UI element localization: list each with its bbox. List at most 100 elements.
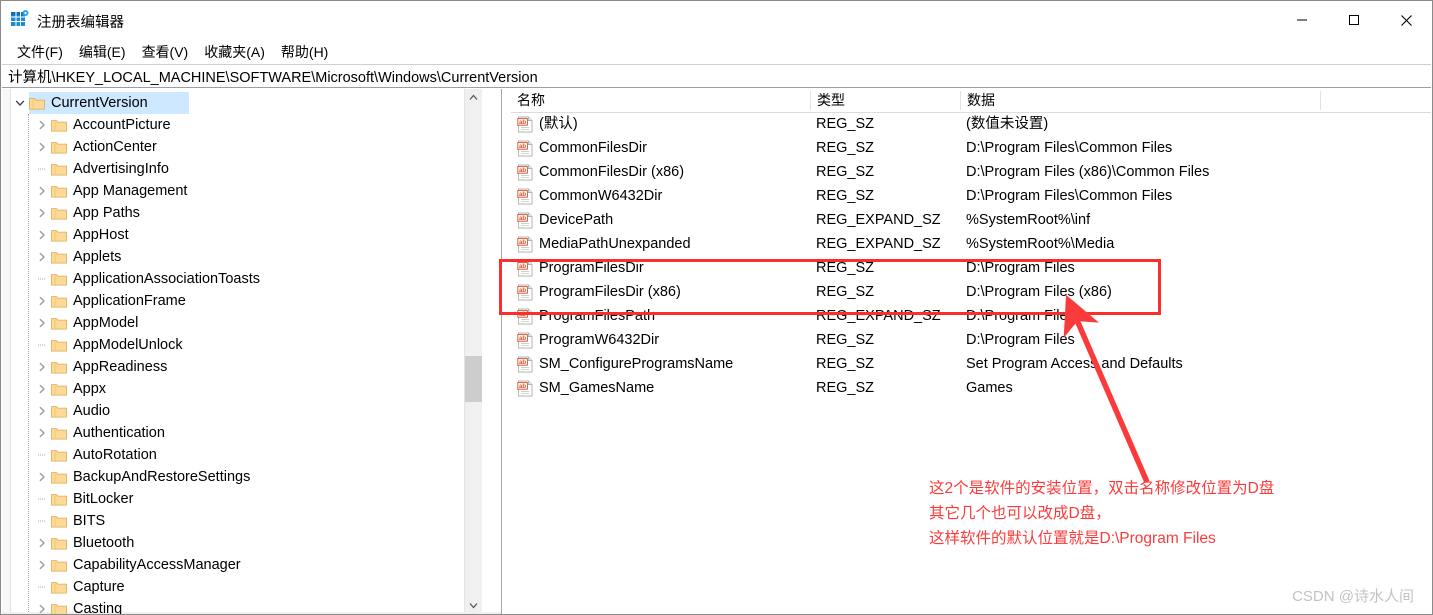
menu-edit[interactable]: 编辑(E)	[71, 40, 134, 64]
scroll-up-arrow[interactable]	[465, 89, 482, 106]
chevron-down-icon[interactable]	[11, 92, 29, 114]
main-content: CurrentVersion AccountPicture ActionCenter…	[2, 89, 1431, 614]
tree-item-label: BackupAndRestoreSettings	[73, 469, 251, 485]
chevron-right-icon[interactable]	[33, 312, 51, 334]
tree-item-app-management[interactable]: App Management	[11, 180, 481, 202]
tree-item-label: AdvertisingInfo	[73, 161, 169, 177]
tree-item-label: BITS	[73, 513, 106, 529]
tree-item-applicationframe[interactable]: ApplicationFrame	[11, 290, 481, 312]
tree-item-appreadiness[interactable]: AppReadiness	[11, 356, 481, 378]
chevron-right-icon[interactable]	[33, 114, 51, 136]
tree-item-audio[interactable]: Audio	[11, 400, 481, 422]
chevron-right-icon[interactable]	[33, 246, 51, 268]
registry-value-row[interactable]: ab DevicePath REG_EXPAND_SZ %SystemRoot%\in…	[511, 208, 1431, 232]
close-button[interactable]	[1380, 1, 1432, 39]
column-header-1[interactable]: 类型	[811, 89, 961, 112]
tree-item-applicationassociationtoasts[interactable]: ApplicationAssociationToasts	[11, 268, 481, 290]
chevron-right-icon[interactable]	[33, 378, 51, 400]
tree-leaf-connector	[33, 444, 51, 466]
registry-value-row[interactable]: ab MediaPathUnexpanded REG_EXPAND_SZ %Syste…	[511, 232, 1431, 256]
tree-item-advertisinginfo[interactable]: AdvertisingInfo	[11, 158, 481, 180]
value-name: ProgramFilesDir (x86)	[539, 284, 681, 300]
column-header-2[interactable]: 数据	[961, 89, 1321, 112]
tree-item-label: AppHost	[73, 227, 129, 243]
value-data: %SystemRoot%\Media	[966, 236, 1115, 252]
menu-file[interactable]: 文件(F)	[9, 40, 71, 64]
folder-icon	[51, 514, 67, 528]
tree-item-label: ApplicationFrame	[73, 293, 186, 309]
chevron-right-icon[interactable]	[33, 532, 51, 554]
chevron-right-icon[interactable]	[33, 202, 51, 224]
tree-item-actioncenter[interactable]: ActionCenter	[11, 136, 481, 158]
folder-icon	[51, 580, 67, 594]
tree-item-currentversion[interactable]: CurrentVersion	[11, 92, 481, 114]
registry-value-row[interactable]: ab CommonFilesDir (x86) REG_SZ D:\Program F…	[511, 160, 1431, 184]
chevron-right-icon[interactable]	[33, 356, 51, 378]
registry-value-row[interactable]: ab ProgramFilesDir REG_SZ D:\Program Files	[511, 256, 1431, 280]
folder-icon	[29, 96, 45, 110]
tree-item-applets[interactable]: Applets	[11, 246, 481, 268]
registry-value-row[interactable]: ab SM_GamesName REG_SZ Games	[511, 376, 1431, 400]
chevron-right-icon[interactable]	[33, 180, 51, 202]
tree-item-appmodel[interactable]: AppModel	[11, 312, 481, 334]
tree-item-label: CurrentVersion	[51, 95, 148, 111]
address-bar[interactable]: 计算机\HKEY_LOCAL_MACHINE\SOFTWARE\Microsof…	[2, 64, 1431, 88]
menu-favorites[interactable]: 收藏夹(A)	[196, 40, 273, 64]
column-divider[interactable]	[1320, 91, 1321, 110]
registry-value-row[interactable]: ab SM_ConfigureProgramsName REG_SZ Set Prog…	[511, 352, 1431, 376]
tree-scrollbar[interactable]	[464, 89, 482, 614]
tree-item-accountpicture[interactable]: AccountPicture	[11, 114, 481, 136]
tree-scroll-thumb[interactable]	[465, 356, 482, 402]
chevron-right-icon[interactable]	[33, 224, 51, 246]
folder-icon	[51, 294, 67, 308]
chevron-right-icon[interactable]	[33, 400, 51, 422]
menu-view[interactable]: 查看(V)	[134, 40, 197, 64]
value-type: REG_SZ	[816, 380, 875, 396]
chevron-right-icon[interactable]	[33, 554, 51, 576]
registry-value-row[interactable]: ab ProgramFilesDir (x86) REG_SZ D:\Program …	[511, 280, 1431, 304]
tree-item-app-paths[interactable]: App Paths	[11, 202, 481, 224]
tree-leaf-connector	[33, 158, 51, 180]
value-name: SM_GamesName	[539, 380, 655, 396]
tree-item-capture[interactable]: Capture	[11, 576, 481, 598]
tree-item-bitlocker[interactable]: BitLocker	[11, 488, 481, 510]
folder-icon	[51, 360, 67, 374]
tree-item-label: BitLocker	[73, 491, 134, 507]
value-type: REG_SZ	[816, 332, 875, 348]
svg-text:ab: ab	[519, 359, 526, 366]
column-header-0[interactable]: 名称	[511, 89, 811, 112]
chevron-right-icon[interactable]	[33, 466, 51, 488]
value-name: MediaPathUnexpanded	[539, 236, 691, 252]
string-value-icon: ab	[517, 260, 534, 277]
tree-item-label: Bluetooth	[73, 535, 135, 551]
value-type: REG_SZ	[816, 116, 875, 132]
tree-item-appmodelunlock[interactable]: AppModelUnlock	[11, 334, 481, 356]
registry-value-row[interactable]: ab ProgramW6432Dir REG_SZ D:\Program Files	[511, 328, 1431, 352]
tree-item-autorotation[interactable]: AutoRotation	[11, 444, 481, 466]
tree-item-capabilityaccessmanager[interactable]: CapabilityAccessManager	[11, 554, 481, 576]
tree-item-bluetooth[interactable]: Bluetooth	[11, 532, 481, 554]
chevron-right-icon[interactable]	[33, 598, 51, 614]
tree-item-authentication[interactable]: Authentication	[11, 422, 481, 444]
menu-help[interactable]: 帮助(H)	[273, 40, 336, 64]
value-name: DevicePath	[539, 212, 614, 228]
tree-item-appx[interactable]: Appx	[11, 378, 481, 400]
registry-value-row[interactable]: ab CommonW6432Dir REG_SZ D:\Program Files\C…	[511, 184, 1431, 208]
minimize-button[interactable]	[1276, 1, 1328, 39]
tree-item-backupandrestoresettings[interactable]: BackupAndRestoreSettings	[11, 466, 481, 488]
registry-tree-pane: CurrentVersion AccountPicture ActionCenter…	[2, 89, 502, 614]
registry-value-row[interactable]: ab ProgramFilesPath REG_EXPAND_SZ D:\Progra…	[511, 304, 1431, 328]
registry-value-row[interactable]: ab CommonFilesDir REG_SZ D:\Program Files\C…	[511, 136, 1431, 160]
value-name: ProgramFilesPath	[539, 308, 656, 324]
string-value-icon: ab	[517, 116, 534, 133]
chevron-right-icon[interactable]	[33, 422, 51, 444]
tree-item-bits[interactable]: BITS	[11, 510, 481, 532]
tree-item-apphost[interactable]: AppHost	[11, 224, 481, 246]
tree-item-label: AppModel	[73, 315, 139, 331]
chevron-right-icon[interactable]	[33, 290, 51, 312]
chevron-right-icon[interactable]	[33, 136, 51, 158]
value-data: D:\Program Files (x86)	[966, 284, 1112, 300]
registry-tree: CurrentVersion AccountPicture ActionCenter…	[11, 92, 481, 614]
registry-value-row[interactable]: ab (默认) REG_SZ (数值未设置)	[511, 112, 1431, 136]
maximize-button[interactable]	[1328, 1, 1380, 39]
